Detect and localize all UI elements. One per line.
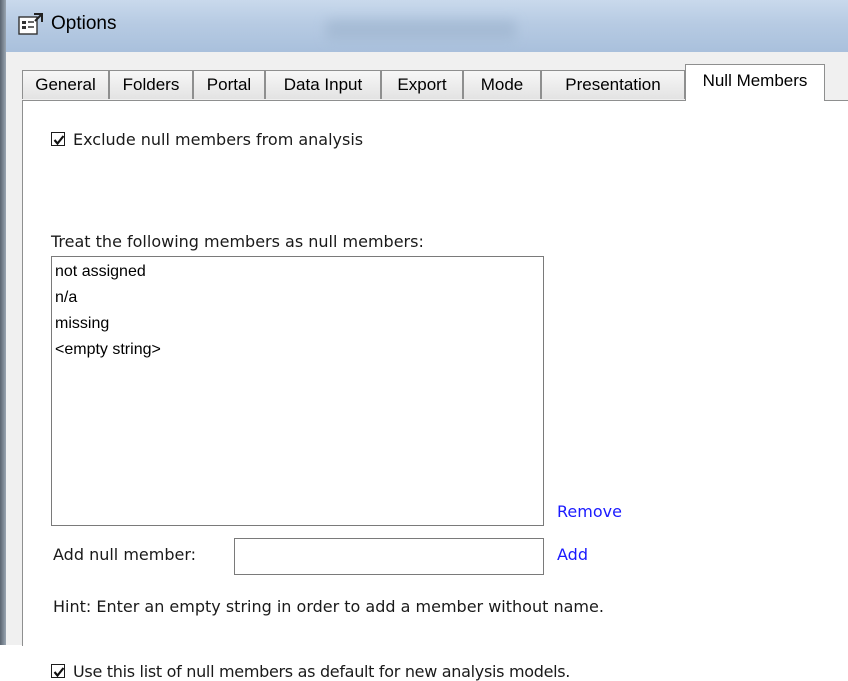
tab-null-members[interactable]: Null Members [685,64,825,101]
add-link[interactable]: Add [557,545,588,564]
options-properties-icon [18,13,43,35]
dialog-body: General Folders Portal Data Input Export… [6,52,848,681]
tab-portal[interactable]: Portal [193,70,265,99]
tab-mode[interactable]: Mode [463,70,541,99]
checkmark-icon [53,667,65,678]
null-members-panel: Exclude null members from analysis Treat… [22,100,848,681]
list-item[interactable]: missing [55,311,540,337]
list-item[interactable]: not assigned [55,259,540,285]
exclude-null-label: Exclude null members from analysis [73,130,364,149]
title-bar-glass [326,20,516,40]
default-list-label: Use this list of null members as default… [73,662,571,681]
add-member-label: Add null member: [53,545,197,564]
tab-export[interactable]: Export [381,70,463,99]
member-list-label: Treat the following members as null memb… [51,232,424,251]
remove-link[interactable]: Remove [557,502,622,521]
tab-folders[interactable]: Folders [109,70,193,99]
tab-presentation[interactable]: Presentation [541,70,685,99]
exclude-null-checkbox[interactable] [51,132,65,146]
hint-text: Hint: Enter an empty string in order to … [53,597,604,616]
checkmark-icon [53,135,65,146]
null-members-list[interactable]: not assigned n/a missing <empty string> [51,256,544,526]
list-item[interactable]: <empty string> [55,337,540,363]
tab-general[interactable]: General [22,70,109,99]
window-title: Options [51,13,117,34]
tab-strip: General Folders Portal Data Input Export… [22,64,848,101]
list-item[interactable]: n/a [55,285,540,311]
default-list-checkbox[interactable] [51,664,65,678]
tab-data-input[interactable]: Data Input [265,70,381,99]
add-member-input[interactable] [234,538,544,575]
title-bar[interactable]: Options [6,0,848,52]
